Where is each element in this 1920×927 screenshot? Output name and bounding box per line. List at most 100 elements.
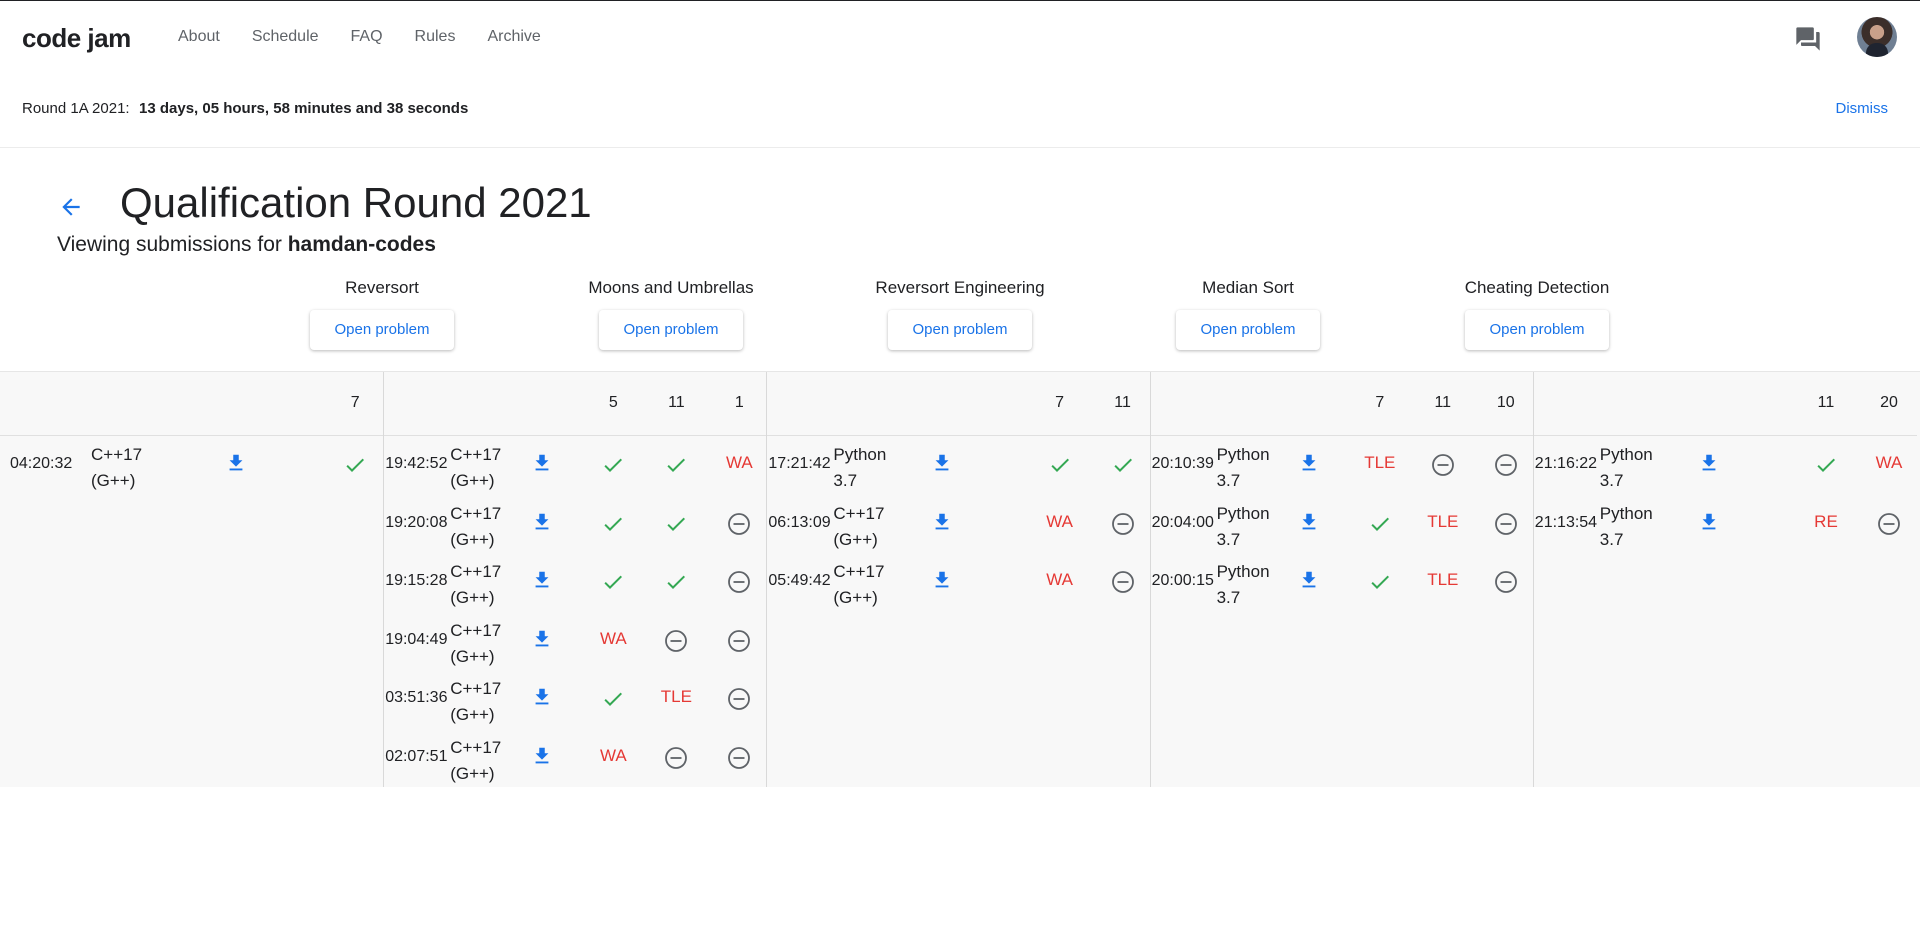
result-verdict: WA <box>1046 570 1073 590</box>
problem-name: Median Sort <box>1202 278 1294 297</box>
download-icon[interactable] <box>1698 451 1720 475</box>
submission-row: 19:20:08 C++17 (G++) <box>384 495 767 553</box>
code-jam-logo[interactable]: code jam <box>22 23 131 54</box>
language-line: C++17 <box>450 679 502 699</box>
download-icon[interactable] <box>1698 510 1720 534</box>
open-problem-button[interactable]: Open problem <box>1176 310 1320 350</box>
nav-link-about[interactable]: About <box>178 28 220 46</box>
result-skipped <box>1486 570 1526 594</box>
problem-median-sort: Median Sort Open problem <box>1118 278 1378 350</box>
minus-circle-icon <box>1431 454 1454 476</box>
minus-circle-icon <box>1111 571 1134 594</box>
submission-row: 19:42:52 C++17 (G++) WA <box>384 436 767 494</box>
download-icon[interactable] <box>1298 510 1320 534</box>
minus-circle-icon <box>665 747 688 769</box>
result-skipped <box>719 687 759 711</box>
language-line: C++17 <box>91 445 143 464</box>
language-line: C++17 <box>450 503 502 523</box>
submission-language: Python 3.7 <box>1217 442 1297 494</box>
submission-language: C++17 (G++) <box>450 442 530 494</box>
problem-column: 7 11 17:21:42 Python 3.7 06:13:09 C++17 (G++) WA… <box>766 372 1151 787</box>
check-icon <box>667 517 686 531</box>
submission-row: 17:21:42 Python 3.7 <box>767 436 1150 494</box>
language-line: 3.7 <box>1599 471 1624 490</box>
open-problem-button[interactable]: Open problem <box>888 310 1032 350</box>
submission-row: 21:13:54 Python 3.7 RE <box>1534 495 1917 553</box>
language-line: 3.7 <box>1216 588 1241 608</box>
language-line: (G++) <box>91 471 136 490</box>
submission-time: 02:07:51 <box>385 748 448 765</box>
language-line: (G++) <box>450 529 495 549</box>
minus-circle-icon <box>1494 512 1517 535</box>
submission-time: 20:04:00 <box>1151 513 1214 531</box>
language-line: (G++) <box>450 471 495 490</box>
check-icon <box>1371 575 1389 590</box>
submission-row: 19:04:49 C++17 (G++) WA <box>384 612 767 670</box>
problem-column: 7 11 10 20:10:39 Python 3.7 TLE 20:04:00 Python 3… <box>1149 372 1534 787</box>
download-icon[interactable] <box>531 568 553 592</box>
minus-circle-icon <box>728 571 751 594</box>
dismiss-button[interactable]: Dismiss <box>1836 100 1889 117</box>
submission-language: Python 3.7 <box>1217 501 1297 553</box>
nav-link-archive[interactable]: Archive <box>487 28 540 46</box>
submission-row: 19:15:28 C++17 (G++) <box>384 553 767 611</box>
language-line: Python <box>833 445 887 464</box>
download-icon[interactable] <box>531 744 553 768</box>
open-problem-button[interactable]: Open problem <box>1465 310 1609 350</box>
submission-time: 03:51:36 <box>385 689 448 707</box>
back-arrow-icon[interactable] <box>58 194 84 220</box>
download-icon[interactable] <box>1298 451 1320 475</box>
download-icon[interactable] <box>531 627 553 651</box>
submission-time: 20:00:15 <box>1151 572 1214 590</box>
submission-language: C++17 (G++) <box>450 676 530 728</box>
download-icon[interactable] <box>225 451 247 475</box>
nav-link-faq[interactable]: FAQ <box>351 28 383 46</box>
open-problem-button[interactable]: Open problem <box>310 310 454 350</box>
test-set-header: 7 11 <box>767 372 1151 436</box>
minus-circle-icon <box>1494 454 1517 476</box>
result-verdict: TLE <box>660 687 692 707</box>
download-icon[interactable] <box>531 685 553 709</box>
result-skipped <box>1103 570 1143 594</box>
minus-circle-icon <box>728 688 751 711</box>
submission-time: 19:20:08 <box>385 513 448 531</box>
download-icon[interactable] <box>931 451 953 475</box>
language-line: 3.7 <box>1216 471 1241 490</box>
language-line: C++17 <box>450 738 502 757</box>
result-accepted <box>335 453 375 477</box>
language-line: (G++) <box>833 529 878 549</box>
submission-time: 19:04:49 <box>385 630 448 648</box>
download-icon[interactable] <box>531 451 553 475</box>
result-skipped <box>719 746 759 770</box>
submission-row: 20:04:00 Python 3.7 TLE <box>1151 495 1534 553</box>
check-icon <box>667 458 686 472</box>
result-skipped <box>719 570 759 594</box>
download-icon[interactable] <box>1298 568 1320 592</box>
download-icon[interactable] <box>931 568 953 592</box>
page-title: Qualification Round 2021 <box>120 179 592 226</box>
username: hamdan-codes <box>287 233 436 256</box>
result-verdict: RE <box>1814 511 1838 531</box>
download-icon[interactable] <box>931 510 953 534</box>
result-verdict: WA <box>1875 453 1903 472</box>
viewing-subtitle: Viewing submissions for hamdan-codes <box>57 233 436 257</box>
result-skipped <box>719 512 759 536</box>
submission-row: 02:07:51 C++17 (G++) WA <box>384 729 767 787</box>
open-problem-button[interactable]: Open problem <box>599 310 743 350</box>
problem-name: Reversort Engineering <box>875 278 1045 297</box>
submission-language: C++17 (G++) <box>450 735 530 787</box>
nav-link-rules[interactable]: Rules <box>415 28 456 46</box>
language-line: (G++) <box>450 705 495 725</box>
nav-link-schedule[interactable]: Schedule <box>252 28 319 46</box>
check-icon <box>604 575 623 590</box>
download-icon[interactable] <box>531 510 553 534</box>
submission-row: 21:16:22 Python 3.7 WA <box>1534 436 1917 494</box>
submission-time: 19:15:28 <box>385 572 448 590</box>
minus-circle-icon <box>1878 512 1900 535</box>
chat-icon[interactable] <box>1794 25 1822 53</box>
language-line: (G++) <box>450 588 495 608</box>
submission-language: Python 3.7 <box>833 442 913 494</box>
user-avatar[interactable] <box>1857 17 1897 57</box>
check-icon <box>604 692 623 707</box>
submission-language: C++17 (G++) <box>450 559 530 611</box>
